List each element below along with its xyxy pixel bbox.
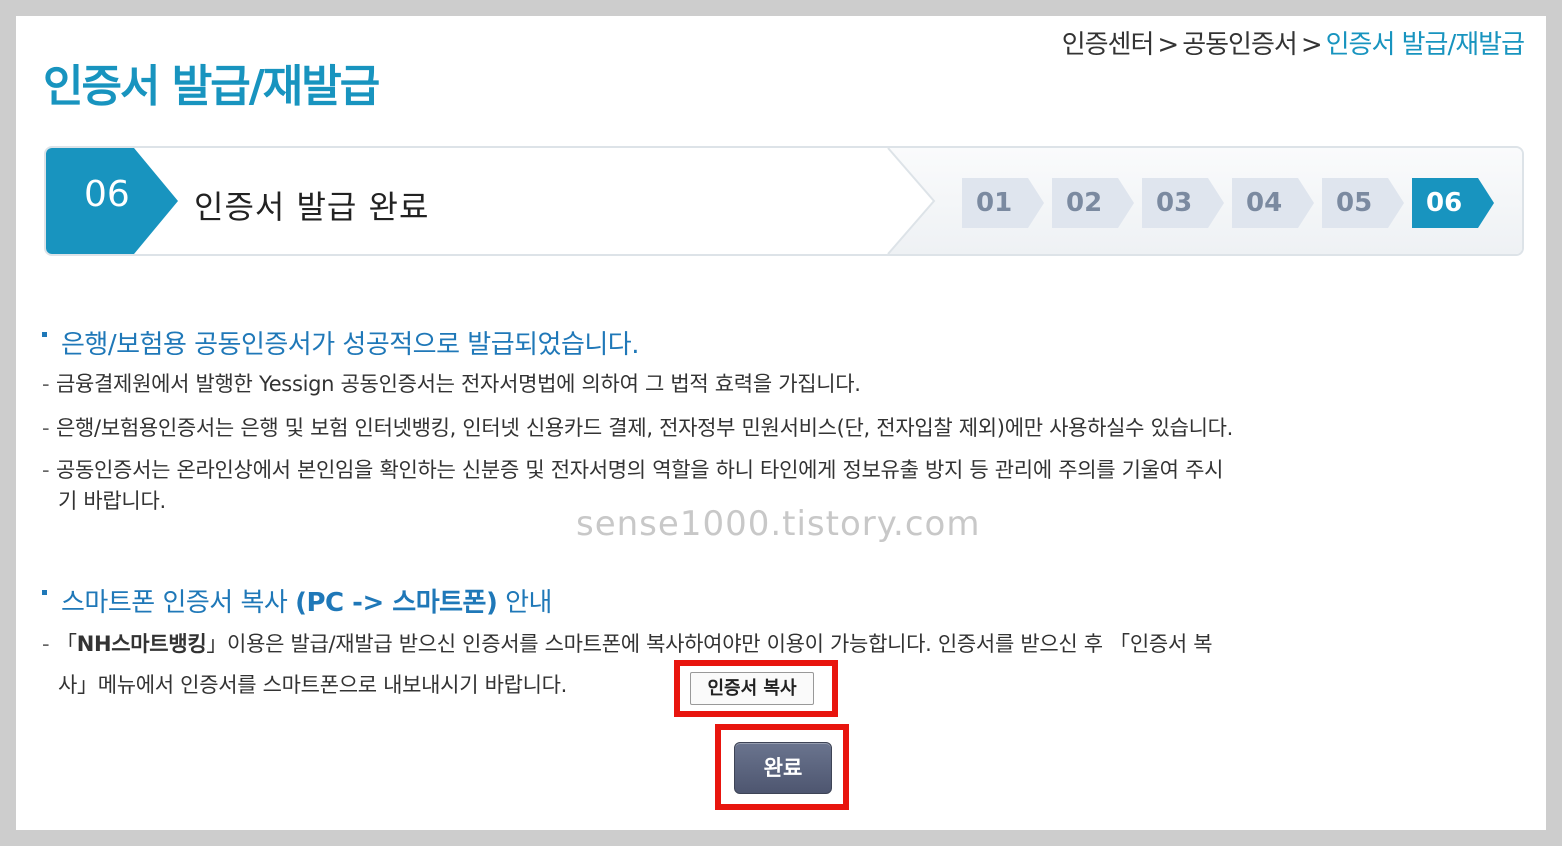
step-title: 인증서 발급 완료 bbox=[194, 188, 430, 226]
step-chip-01: 01 bbox=[962, 178, 1044, 228]
step-chip-05: 05 bbox=[1322, 178, 1404, 228]
step-chip-02: 02 bbox=[1052, 178, 1134, 228]
breadcrumb-item-current: 인증서 발급/재발급 bbox=[1325, 30, 1525, 60]
breadcrumb-separator: > bbox=[1300, 30, 1323, 60]
breadcrumb-item-cert[interactable]: 공동인증서 bbox=[1182, 30, 1298, 60]
smartphone-copy-guide: 스마트폰 인증서 복사 (PC -> 스마트폰) 안내 - 「NH스마트뱅킹」이용… bbox=[42, 582, 1213, 702]
watermark: sense1000.tistory.com bbox=[576, 504, 981, 544]
breadcrumb-item-center[interactable]: 인증센터 bbox=[1062, 30, 1155, 60]
step-chip-06-active: 06 bbox=[1412, 178, 1494, 228]
breadcrumb: 인증센터 > 공동인증서 > 인증서 발급/재발급 bbox=[1062, 24, 1525, 61]
step-chip-03: 03 bbox=[1142, 178, 1224, 228]
bullet-icon bbox=[42, 332, 47, 337]
content-panel: 인증서 발급/재발급 인증센터 > 공동인증서 > 인증서 발급/재발급 06 인증서 … bbox=[16, 16, 1546, 830]
bullet-icon bbox=[42, 590, 47, 595]
certificate-copy-button[interactable]: 인증서 복사 bbox=[690, 672, 814, 705]
notice-line: - 금융결제원에서 발행한 Yessign 공동인증서는 전자서명법에 의하여 그… bbox=[42, 372, 861, 396]
notice-line: - 은행/보험용인증서는 은행 및 보험 인터넷뱅킹, 인터넷 신용카드 결제, … bbox=[42, 416, 1234, 440]
issue-complete-notice: 은행/보험용 공동인증서가 성공적으로 발급되었습니다. - 금융결제원에서 발행… bbox=[42, 324, 1233, 517]
page-title: 인증서 발급/재발급 bbox=[43, 61, 380, 112]
step-progress-bar: 06 인증서 발급 완료 01 02 03 04 05 06 bbox=[44, 146, 1524, 256]
step-chip-04: 04 bbox=[1232, 178, 1314, 228]
notice-heading: 은행/보험용 공동인증서가 성공적으로 발급되었습니다. bbox=[42, 324, 1233, 361]
smartphone-line: - 「NH스마트뱅킹」이용은 발급/재발급 받으신 인증서를 스마트폰에 복사하여… bbox=[42, 632, 1213, 656]
copy-button-highlight: 인증서 복사 bbox=[674, 660, 838, 717]
breadcrumb-separator: > bbox=[1157, 30, 1179, 60]
step-number: 06 bbox=[84, 174, 130, 215]
smartphone-heading: 스마트폰 인증서 복사 (PC -> 스마트폰) 안내 bbox=[42, 582, 1212, 619]
notice-line: - 공동인증서는 온라인상에서 본인임을 확인하는 신분증 및 전자서명의 역할을… bbox=[42, 458, 1224, 482]
smartphone-line-continued: 사」메뉴에서 인증서를 스마트폰으로 내보내시기 바랍니다. bbox=[58, 673, 568, 697]
done-button-highlight: 완료 bbox=[715, 724, 849, 810]
done-button[interactable]: 완료 bbox=[734, 742, 832, 794]
